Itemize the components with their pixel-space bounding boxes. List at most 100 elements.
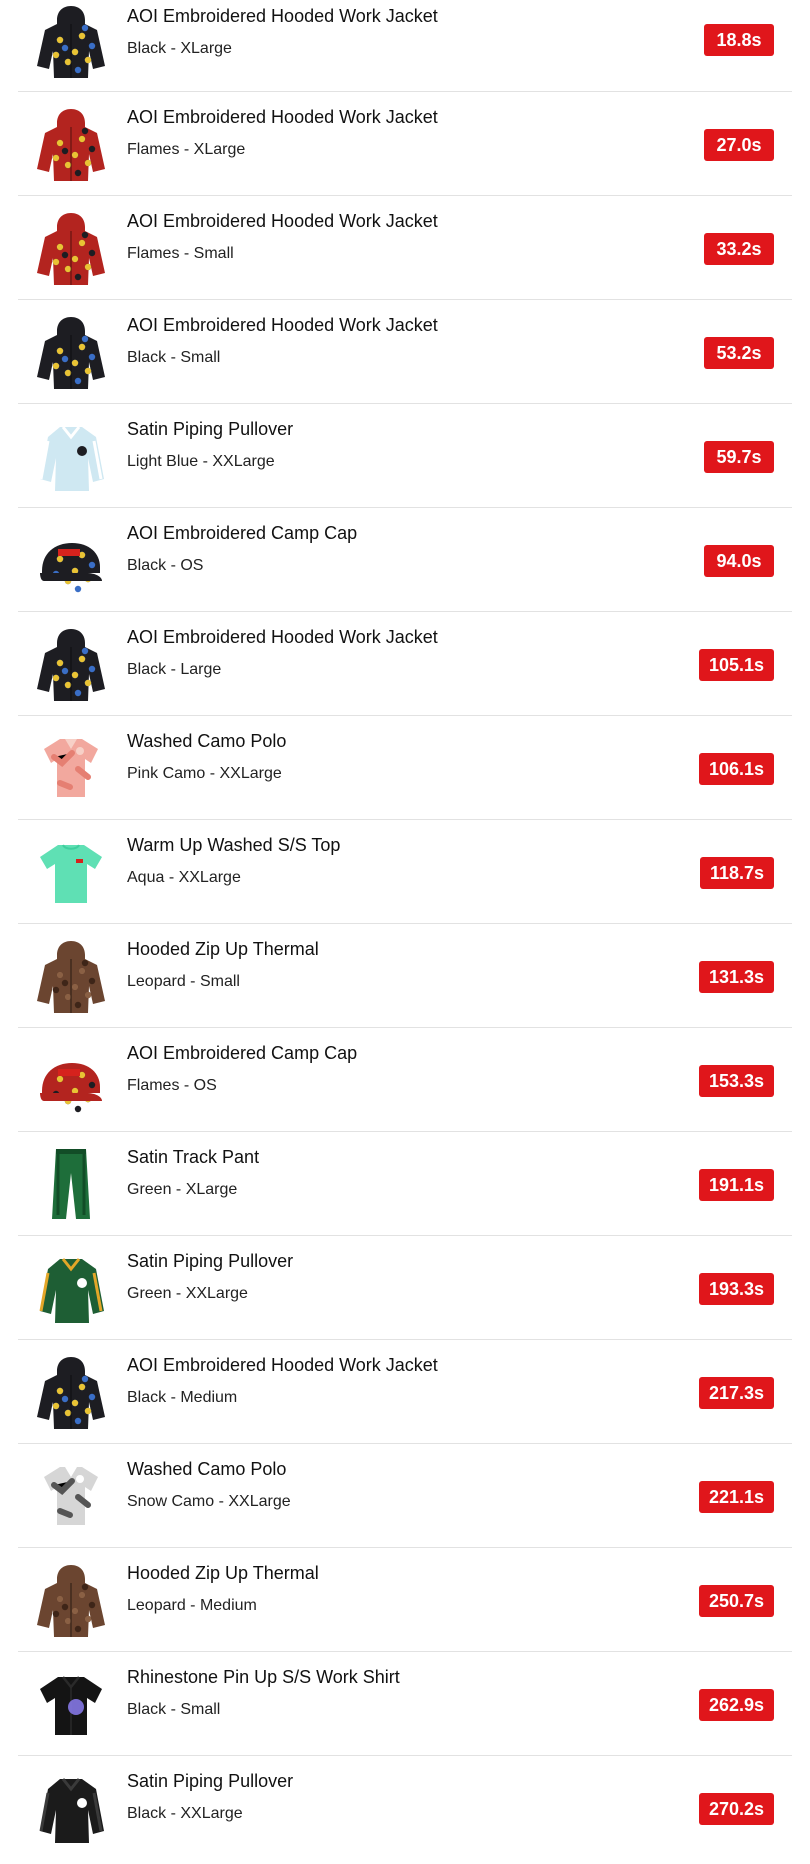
list-item[interactable]: AOI Embroidered Hooded Work Jacket Black… <box>18 612 792 716</box>
product-info: AOI Embroidered Camp Cap Flames - OS <box>127 1042 662 1096</box>
product-name[interactable]: Warm Up Washed S/S Top <box>127 834 662 856</box>
time-badge: 191.1s <box>698 1169 774 1201</box>
jacket-icon <box>37 629 105 701</box>
product-name[interactable]: Hooded Zip Up Thermal <box>127 1562 662 1584</box>
list-item[interactable]: AOI Embroidered Hooded Work Jacket Black… <box>18 300 792 404</box>
product-thumbnail[interactable] <box>30 1663 112 1745</box>
product-thumbnail[interactable] <box>30 1767 112 1849</box>
jacket-icon <box>37 109 105 181</box>
product-name[interactable]: AOI Embroidered Hooded Work Jacket <box>127 314 662 336</box>
list-item[interactable]: Satin Piping Pullover Green - XXLarge 19… <box>18 1236 792 1340</box>
product-name[interactable]: Rhinestone Pin Up S/S Work Shirt <box>127 1666 662 1688</box>
jacket-icon <box>37 1357 105 1429</box>
product-info: Washed Camo Polo Snow Camo - XXLarge <box>127 1458 662 1512</box>
time-badge: 193.3s <box>698 1273 774 1305</box>
list-item[interactable]: Warm Up Washed S/S Top Aqua - XXLarge 11… <box>18 820 792 924</box>
list-item[interactable]: AOI Embroidered Hooded Work Jacket Flame… <box>18 92 792 196</box>
product-thumbnail[interactable] <box>30 727 112 809</box>
product-name[interactable]: Satin Piping Pullover <box>127 418 662 440</box>
time-badge: 153.3s <box>698 1065 774 1097</box>
product-thumbnail[interactable] <box>30 1247 112 1329</box>
list-item[interactable]: Hooded Zip Up Thermal Leopard - Medium 2… <box>18 1548 792 1652</box>
product-thumbnail[interactable] <box>30 1039 112 1121</box>
product-variant: Black - Small <box>127 1701 221 1718</box>
product-thumbnail[interactable] <box>30 519 112 601</box>
list-item[interactable]: AOI Embroidered Camp Cap Flames - OS 153… <box>18 1028 792 1132</box>
time-badge: 27.0s <box>704 129 774 161</box>
product-info: AOI Embroidered Camp Cap Black - OS <box>127 522 662 576</box>
product-info: Washed Camo Polo Pink Camo - XXLarge <box>127 730 662 784</box>
product-thumbnail[interactable] <box>30 0 112 82</box>
product-thumbnail[interactable] <box>30 1559 112 1641</box>
product-thumbnail[interactable] <box>30 415 112 497</box>
list-item[interactable]: Satin Piping Pullover Black - XXLarge 27… <box>18 1756 792 1860</box>
product-name[interactable]: AOI Embroidered Hooded Work Jacket <box>127 5 662 27</box>
product-variant: Black - Medium <box>127 1389 238 1406</box>
product-name[interactable]: AOI Embroidered Hooded Work Jacket <box>127 210 662 232</box>
product-info: Satin Piping Pullover Black - XXLarge <box>127 1770 662 1824</box>
list-item[interactable]: Hooded Zip Up Thermal Leopard - Small 13… <box>18 924 792 1028</box>
list-item[interactable]: Satin Piping Pullover Light Blue - XXLar… <box>18 404 792 508</box>
product-variant: Pink Camo - XXLarge <box>127 765 282 782</box>
product-thumbnail[interactable] <box>30 623 112 705</box>
time-badge: 262.9s <box>698 1689 774 1721</box>
product-name[interactable]: Satin Track Pant <box>127 1146 662 1168</box>
product-thumbnail[interactable] <box>30 1143 112 1225</box>
product-info: Rhinestone Pin Up S/S Work Shirt Black -… <box>127 1666 662 1720</box>
time-badge: 53.2s <box>704 337 774 369</box>
product-thumbnail[interactable] <box>30 831 112 913</box>
cap-icon <box>40 543 102 593</box>
list-item[interactable]: Washed Camo Polo Pink Camo - XXLarge 106… <box>18 716 792 820</box>
product-name[interactable]: AOI Embroidered Hooded Work Jacket <box>127 1354 662 1376</box>
product-thumbnail[interactable] <box>30 311 112 393</box>
time-badge: 250.7s <box>698 1585 774 1617</box>
list-item[interactable]: AOI Embroidered Hooded Work Jacket Black… <box>18 1340 792 1444</box>
product-thumbnail[interactable] <box>30 1351 112 1433</box>
pants-icon <box>52 1149 90 1219</box>
product-thumbnail[interactable] <box>30 1455 112 1537</box>
product-variant: Aqua - XXLarge <box>127 869 241 886</box>
hoodie-icon <box>37 941 105 1013</box>
time-badge: 59.7s <box>704 441 774 473</box>
product-variant: Green - XXLarge <box>127 1285 248 1302</box>
product-info: Hooded Zip Up Thermal Leopard - Medium <box>127 1562 662 1616</box>
list-item[interactable]: Rhinestone Pin Up S/S Work Shirt Black -… <box>18 1652 792 1756</box>
list-item[interactable]: AOI Embroidered Hooded Work Jacket Black… <box>18 0 792 92</box>
list-item[interactable]: Washed Camo Polo Snow Camo - XXLarge 221… <box>18 1444 792 1548</box>
product-name[interactable]: Washed Camo Polo <box>127 730 662 752</box>
product-name[interactable]: AOI Embroidered Camp Cap <box>127 522 662 544</box>
product-name[interactable]: Hooded Zip Up Thermal <box>127 938 662 960</box>
product-variant: Leopard - Medium <box>127 1597 257 1614</box>
product-variant: Black - OS <box>127 557 204 574</box>
product-name[interactable]: AOI Embroidered Hooded Work Jacket <box>127 106 662 128</box>
product-name[interactable]: Satin Piping Pullover <box>127 1770 662 1792</box>
product-name[interactable]: AOI Embroidered Hooded Work Jacket <box>127 626 662 648</box>
product-thumbnail[interactable] <box>30 935 112 1017</box>
product-name[interactable]: AOI Embroidered Camp Cap <box>127 1042 662 1064</box>
polo-icon <box>44 1467 98 1525</box>
product-name[interactable]: Satin Piping Pullover <box>127 1250 662 1272</box>
time-badge: 217.3s <box>698 1377 774 1409</box>
time-badge: 131.3s <box>698 961 774 993</box>
time-badge: 270.2s <box>698 1793 774 1825</box>
hoodie-icon <box>37 1565 105 1637</box>
product-variant: Black - XXLarge <box>127 1805 243 1822</box>
product-info: AOI Embroidered Hooded Work Jacket Black… <box>127 1354 662 1408</box>
list-item[interactable]: Satin Track Pant Green - XLarge 191.1s <box>18 1132 792 1236</box>
product-variant: Flames - XLarge <box>127 141 246 158</box>
product-info: Satin Piping Pullover Light Blue - XXLar… <box>127 418 662 472</box>
list-item[interactable]: AOI Embroidered Camp Cap Black - OS 94.0… <box>18 508 792 612</box>
tshirt-icon <box>40 844 102 903</box>
cap-icon <box>40 1063 102 1113</box>
product-info: Satin Track Pant Green - XLarge <box>127 1146 662 1200</box>
list-item[interactable]: AOI Embroidered Hooded Work Jacket Flame… <box>18 196 792 300</box>
time-badge: 221.1s <box>698 1481 774 1513</box>
product-variant: Snow Camo - XXLarge <box>127 1493 291 1510</box>
product-thumbnail[interactable] <box>30 207 112 289</box>
pullover-icon <box>39 426 104 491</box>
jacket-icon <box>37 6 105 78</box>
product-name[interactable]: Washed Camo Polo <box>127 1458 662 1480</box>
pullover-icon <box>39 1778 104 1843</box>
product-thumbnail[interactable] <box>30 103 112 185</box>
time-badge: 18.8s <box>704 24 774 56</box>
